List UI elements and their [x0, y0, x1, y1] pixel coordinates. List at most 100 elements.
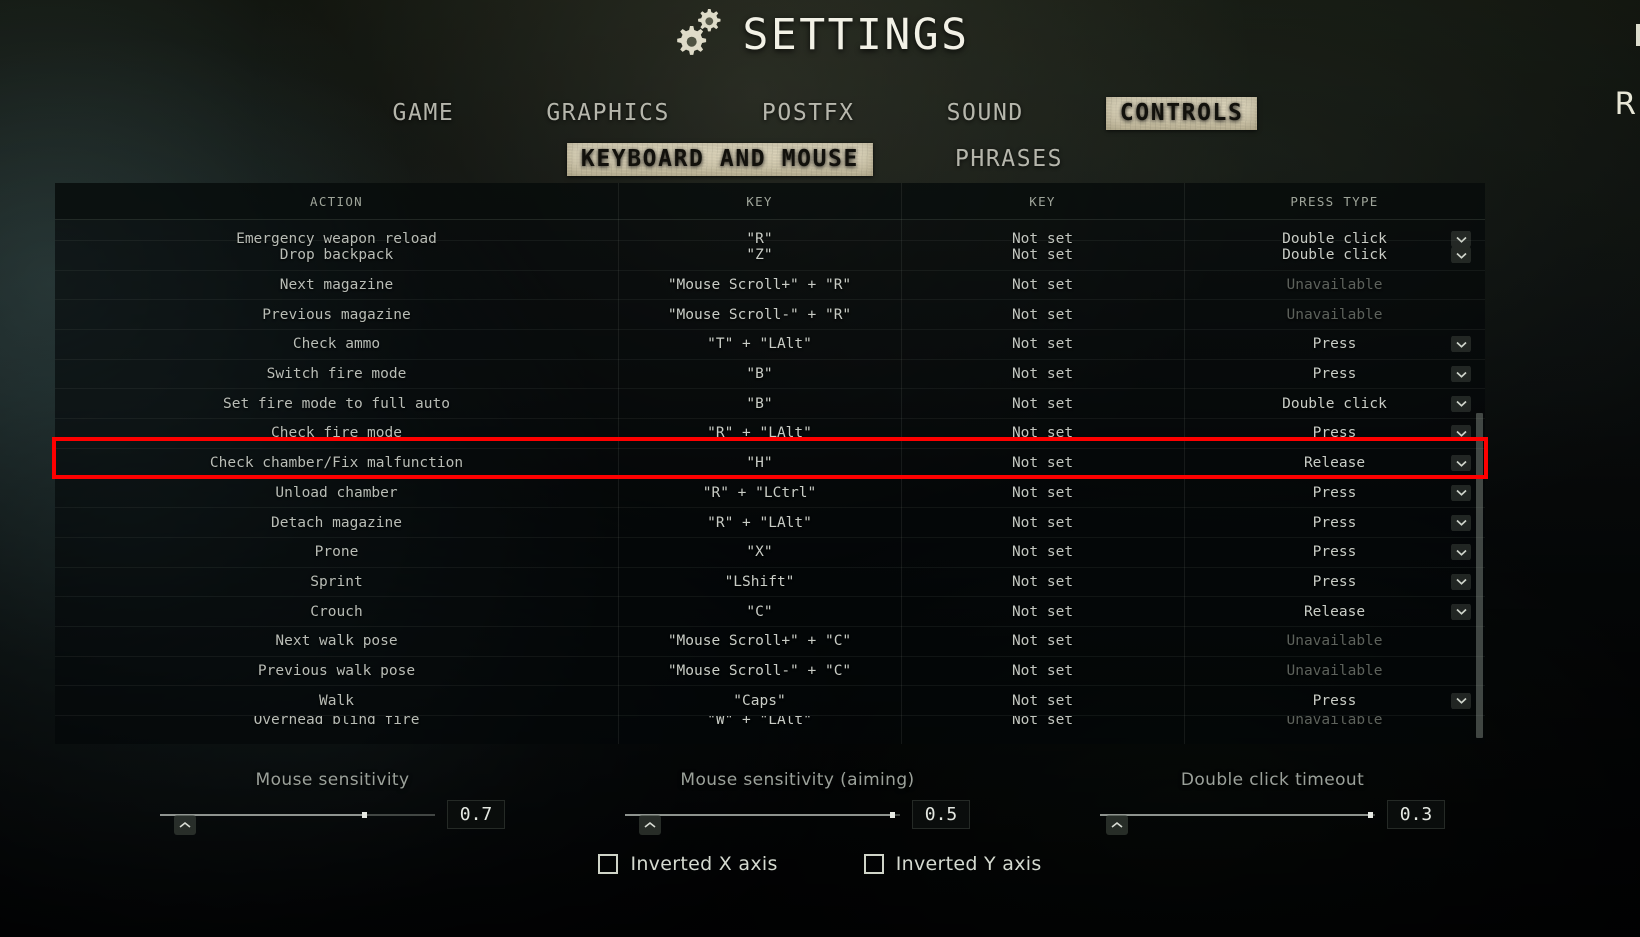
cell-key-primary[interactable]: "Z" [618, 247, 901, 263]
tab-game[interactable]: GAME [383, 96, 465, 130]
table-row[interactable]: Set fire mode to full auto "B" Not set Doub… [55, 388, 1485, 418]
cell-press-type[interactable]: Double click [1184, 395, 1485, 412]
cell-press-type[interactable]: Double click [1184, 247, 1485, 264]
table-row[interactable]: Previous walk pose "Mouse Scroll-" + "C" N… [55, 655, 1485, 686]
cell-press-type[interactable]: Release [1184, 603, 1485, 620]
tab-sound[interactable]: SOUND [937, 96, 1034, 130]
cell-key-secondary[interactable]: Not set [901, 307, 1184, 323]
cell-key-primary[interactable]: "W" + "LAlt" [618, 716, 901, 728]
cell-press-type[interactable]: Press [1184, 573, 1485, 590]
cell-key-primary[interactable]: "X" [618, 544, 901, 560]
chevron-down-icon[interactable] [1451, 603, 1471, 620]
cell-key-primary[interactable]: "R" + "LAlt" [618, 425, 901, 441]
cell-press-type[interactable]: Press [1184, 366, 1485, 383]
slider-value[interactable]: 0.5 [912, 800, 970, 829]
table-row[interactable]: Sprint "LShift" Not set Press [55, 566, 1485, 597]
cell-key-primary[interactable]: "R" + "LAlt" [618, 515, 901, 531]
table-row[interactable]: Emergency weapon reload "R" Not set Double … [55, 220, 1485, 247]
cell-key-primary[interactable]: "Mouse Scroll+" + "R" [618, 277, 901, 293]
table-row[interactable]: Check ammo "T" + "LAlt" Not set Press [55, 329, 1485, 359]
cell-key-primary[interactable]: "Caps" [618, 693, 901, 709]
chevron-down-icon[interactable] [1451, 514, 1471, 531]
chevron-down-icon[interactable] [1451, 484, 1471, 501]
cell-press-type[interactable]: Press [1184, 514, 1485, 531]
cell-key-secondary[interactable]: Not set [901, 485, 1184, 501]
table-scrollbar[interactable] [1476, 413, 1483, 738]
slider-handle-arrow[interactable] [174, 815, 196, 835]
checkbox-inverted-x-axis[interactable]: Inverted X axis [598, 853, 777, 875]
chevron-down-icon[interactable] [1451, 455, 1471, 472]
cell-key-primary[interactable]: "Mouse Scroll-" + "C" [618, 663, 901, 679]
slider-knob[interactable] [1367, 811, 1373, 818]
checkbox-inverted-y-axis[interactable]: Inverted Y axis [863, 853, 1042, 875]
cell-key-secondary[interactable]: Not set [901, 663, 1184, 679]
cell-press-type[interactable]: Press [1184, 425, 1485, 442]
table-row[interactable]: Switch fire mode "B" Not set Press [55, 358, 1485, 389]
slider-value[interactable]: 0.7 [447, 800, 505, 829]
slider-knob[interactable] [361, 811, 367, 818]
cell-key-secondary[interactable]: Not set [901, 366, 1184, 382]
slider-value[interactable]: 0.3 [1387, 800, 1445, 829]
tab-keyboard-and-mouse[interactable]: KEYBOARD AND MOUSE [566, 142, 874, 176]
table-row[interactable]: Check fire mode "R" + "LAlt" Not set Press [55, 418, 1485, 448]
cell-key-secondary[interactable]: Not set [901, 455, 1184, 471]
cell-key-primary[interactable]: "T" + "LAlt" [618, 336, 901, 352]
table-row[interactable]: Prone "X" Not set Press [55, 536, 1485, 567]
cell-key-primary[interactable]: "H" [618, 455, 901, 471]
cell-key-secondary[interactable]: Not set [901, 544, 1184, 560]
cell-key-secondary[interactable]: Not set [901, 716, 1184, 728]
cell-key-primary[interactable]: "R" + "LCtrl" [618, 485, 901, 501]
cell-key-primary[interactable]: "C" [618, 604, 901, 620]
cell-key-secondary[interactable]: Not set [901, 247, 1184, 263]
checkbox-box-icon[interactable] [598, 854, 619, 874]
table-row[interactable]: Previous magazine "Mouse Scroll-" + "R" No… [55, 299, 1485, 329]
table-row[interactable]: Unload chamber "R" + "LCtrl" Not set Press [55, 477, 1485, 508]
table-row[interactable]: Crouch "C" Not set Release [55, 596, 1485, 626]
cell-key-primary[interactable]: "B" [618, 366, 901, 382]
checkbox-box-icon[interactable] [863, 854, 884, 874]
slider-handle-arrow[interactable] [639, 815, 661, 835]
cell-press-type[interactable]: Press [1184, 336, 1485, 353]
cell-key-secondary[interactable]: Not set [901, 604, 1184, 620]
slider-track[interactable] [1100, 811, 1375, 818]
cell-press-type[interactable]: Press [1184, 484, 1485, 501]
table-row[interactable]: Next magazine "Mouse Scroll+" + "R" Not se… [55, 269, 1485, 300]
cell-press-type[interactable]: Release [1184, 455, 1485, 472]
table-row[interactable]: Drop backpack "Z" Not set Double click [55, 240, 1485, 270]
tab-controls[interactable]: CONTROLS [1105, 96, 1258, 130]
table-row[interactable]: Walk "Caps" Not set Press [55, 685, 1485, 715]
table-row[interactable]: Check chamber/Fix malfunction "H" Not set R… [55, 447, 1485, 478]
chevron-down-icon[interactable] [1451, 692, 1471, 709]
cell-key-primary[interactable]: "LShift" [618, 574, 901, 590]
slider-handle-arrow[interactable] [1106, 815, 1128, 835]
cell-key-primary[interactable]: "Mouse Scroll-" + "R" [618, 307, 901, 323]
table-row[interactable]: Next walk pose "Mouse Scroll+" + "C" Not s… [55, 625, 1485, 656]
cell-key-secondary[interactable]: Not set [901, 425, 1184, 441]
chevron-down-icon[interactable] [1451, 336, 1471, 353]
cell-press-type[interactable]: Press [1184, 544, 1485, 561]
slider-track[interactable] [625, 811, 900, 818]
slider-track[interactable] [160, 811, 435, 818]
tab-phrases[interactable]: PHRASES [945, 142, 1073, 176]
tab-graphics[interactable]: GRAPHICS [536, 96, 680, 130]
cell-press-type[interactable]: Press [1184, 692, 1485, 709]
chevron-down-icon[interactable] [1451, 544, 1471, 561]
chevron-down-icon[interactable] [1451, 366, 1471, 383]
table-row[interactable]: Overhead blind fire "W" + "LAlt" Not set Un… [55, 715, 1485, 737]
cell-key-secondary[interactable]: Not set [901, 277, 1184, 293]
chevron-down-icon[interactable] [1451, 425, 1471, 442]
cell-key-secondary[interactable]: Not set [901, 633, 1184, 649]
chevron-down-icon[interactable] [1451, 573, 1471, 590]
cell-key-secondary[interactable]: Not set [901, 515, 1184, 531]
cell-key-secondary[interactable]: Not set [901, 396, 1184, 412]
cell-key-secondary[interactable]: Not set [901, 693, 1184, 709]
tab-postfx[interactable]: POSTFX [752, 96, 865, 130]
chevron-down-icon[interactable] [1451, 247, 1471, 264]
cell-key-secondary[interactable]: Not set [901, 574, 1184, 590]
table-row[interactable]: Detach magazine "R" + "LAlt" Not set Press [55, 507, 1485, 537]
cell-key-primary[interactable]: "Mouse Scroll+" + "C" [618, 633, 901, 649]
cell-key-secondary[interactable]: Not set [901, 336, 1184, 352]
slider-knob[interactable] [889, 811, 895, 818]
chevron-down-icon[interactable] [1451, 395, 1471, 412]
cell-key-primary[interactable]: "B" [618, 396, 901, 412]
